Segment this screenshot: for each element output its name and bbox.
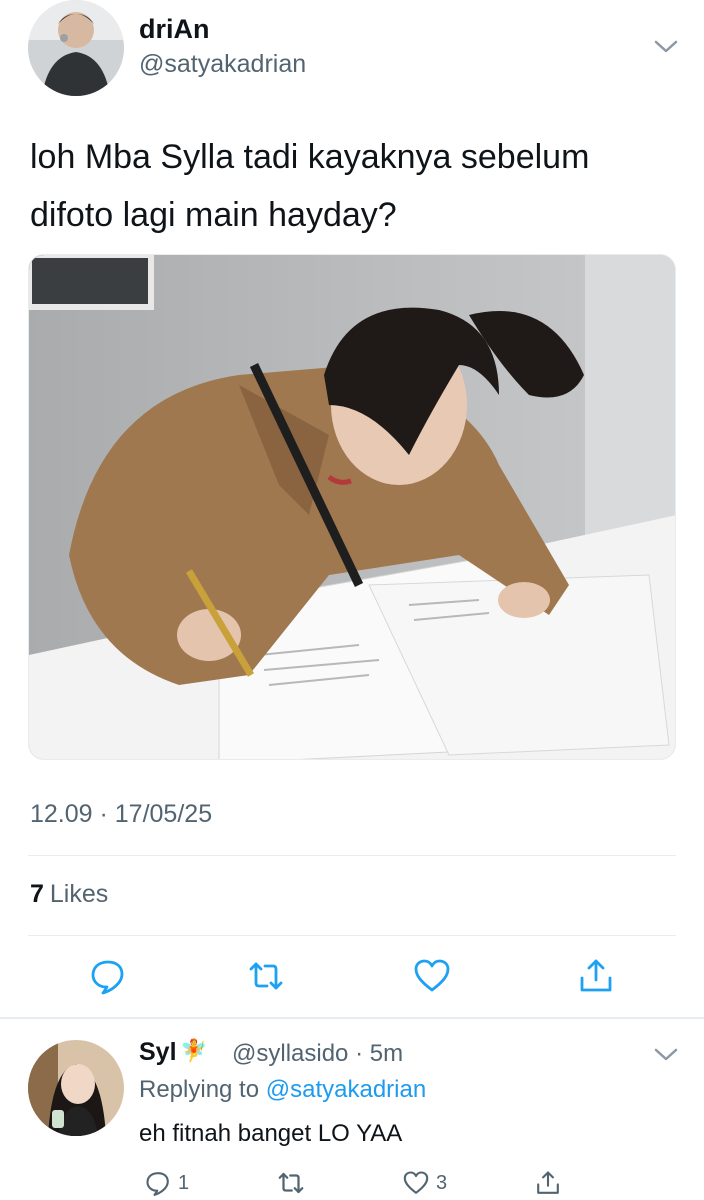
heart-icon bbox=[403, 1171, 429, 1194]
reply-text: eh fitnah banget LO YAA bbox=[139, 1120, 403, 1147]
retweet-button[interactable] bbox=[246, 956, 286, 996]
reply-author-avatar[interactable] bbox=[28, 1040, 124, 1136]
retweet-arrows-icon bbox=[278, 1172, 304, 1194]
share-upload-icon bbox=[580, 959, 612, 992]
reply-author-handle-time[interactable]: @syllasido · 5m bbox=[232, 1040, 403, 1068]
likes-summary[interactable]: 7 Likes bbox=[30, 880, 108, 909]
reply-author-emoji: 🧚 bbox=[180, 1038, 208, 1063]
reply-button[interactable] bbox=[88, 956, 128, 996]
divider bbox=[28, 855, 676, 856]
author-avatar[interactable] bbox=[28, 0, 124, 96]
like-button[interactable] bbox=[412, 956, 452, 996]
author-name[interactable]: driAn bbox=[139, 14, 210, 45]
section-divider bbox=[0, 1017, 704, 1019]
replying-to-prefix: Replying to bbox=[139, 1076, 260, 1103]
reply-like-count: 3 bbox=[436, 1171, 448, 1194]
reply-like-button[interactable]: 3 bbox=[402, 1168, 447, 1198]
reply-share-button[interactable] bbox=[534, 1168, 562, 1198]
tweet-header: driAn @satyakadrian bbox=[0, 0, 704, 110]
heart-icon bbox=[414, 959, 450, 992]
likes-label: Likes bbox=[49, 880, 109, 908]
chevron-down-icon[interactable] bbox=[652, 1044, 680, 1064]
chevron-down-icon[interactable] bbox=[652, 36, 680, 56]
reply-retweet-button[interactable] bbox=[276, 1168, 306, 1198]
reply-reply-count: 1 bbox=[178, 1171, 190, 1194]
tweet-text: loh Mba Sylla tadi kayaknya sebelum difo… bbox=[30, 138, 590, 234]
reply-author-handle[interactable]: @syllasido bbox=[232, 1040, 348, 1067]
divider bbox=[28, 935, 676, 936]
speech-bubble-icon bbox=[146, 1172, 169, 1196]
author-handle[interactable]: @satyakadrian bbox=[139, 50, 306, 79]
replying-to-mention[interactable]: @satyakadrian bbox=[266, 1076, 426, 1103]
share-upload-icon bbox=[537, 1171, 559, 1194]
reply-reply-button[interactable]: 1 bbox=[144, 1168, 189, 1198]
tweet-timestamp[interactable]: 12.09 · 17/05/25 bbox=[30, 800, 212, 829]
replying-to-line: Replying to @satyakadrian bbox=[139, 1076, 426, 1104]
retweet-arrows-icon bbox=[249, 962, 283, 990]
likes-count: 7 bbox=[30, 880, 44, 908]
reply-time: · 5m bbox=[355, 1040, 404, 1067]
speech-bubble-icon bbox=[91, 960, 124, 995]
tweet-media-image[interactable] bbox=[28, 254, 676, 760]
share-button[interactable] bbox=[576, 956, 616, 996]
reply-author-name[interactable]: Syl bbox=[139, 1038, 177, 1067]
